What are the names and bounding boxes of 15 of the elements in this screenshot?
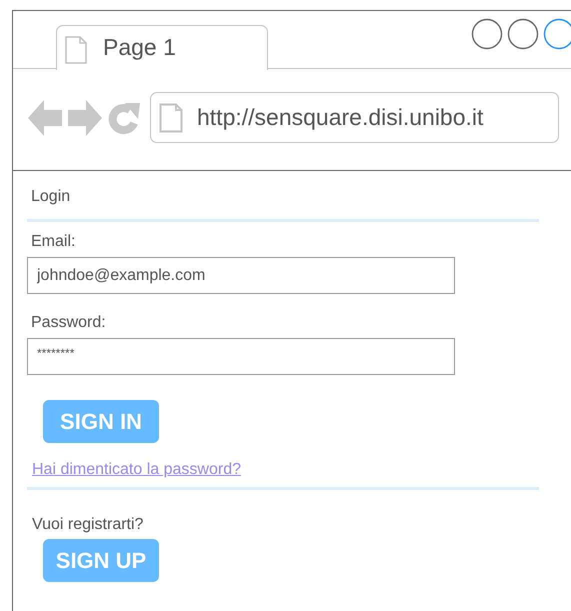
form-title: Login	[30, 188, 72, 207]
window-control-icon[interactable]	[471, 18, 503, 50]
window-control-icon[interactable]	[507, 18, 539, 50]
forward-arrow-icon[interactable]	[68, 100, 102, 136]
document-icon	[159, 102, 183, 132]
browser-tab[interactable]: Page 1	[56, 24, 268, 70]
field-label: Password:	[30, 314, 107, 333]
register-prompt: Vuoi registrarti?	[31, 516, 144, 534]
back-arrow-icon[interactable]	[28, 100, 62, 136]
window-control-icon[interactable]	[543, 18, 571, 50]
document-icon	[65, 36, 87, 64]
address-bar[interactable]: http://sensquare.disi.unibo.it	[150, 92, 559, 143]
reload-icon[interactable]	[108, 100, 140, 134]
field-label: Email:	[30, 233, 76, 252]
password-field[interactable]: ********	[27, 338, 455, 375]
